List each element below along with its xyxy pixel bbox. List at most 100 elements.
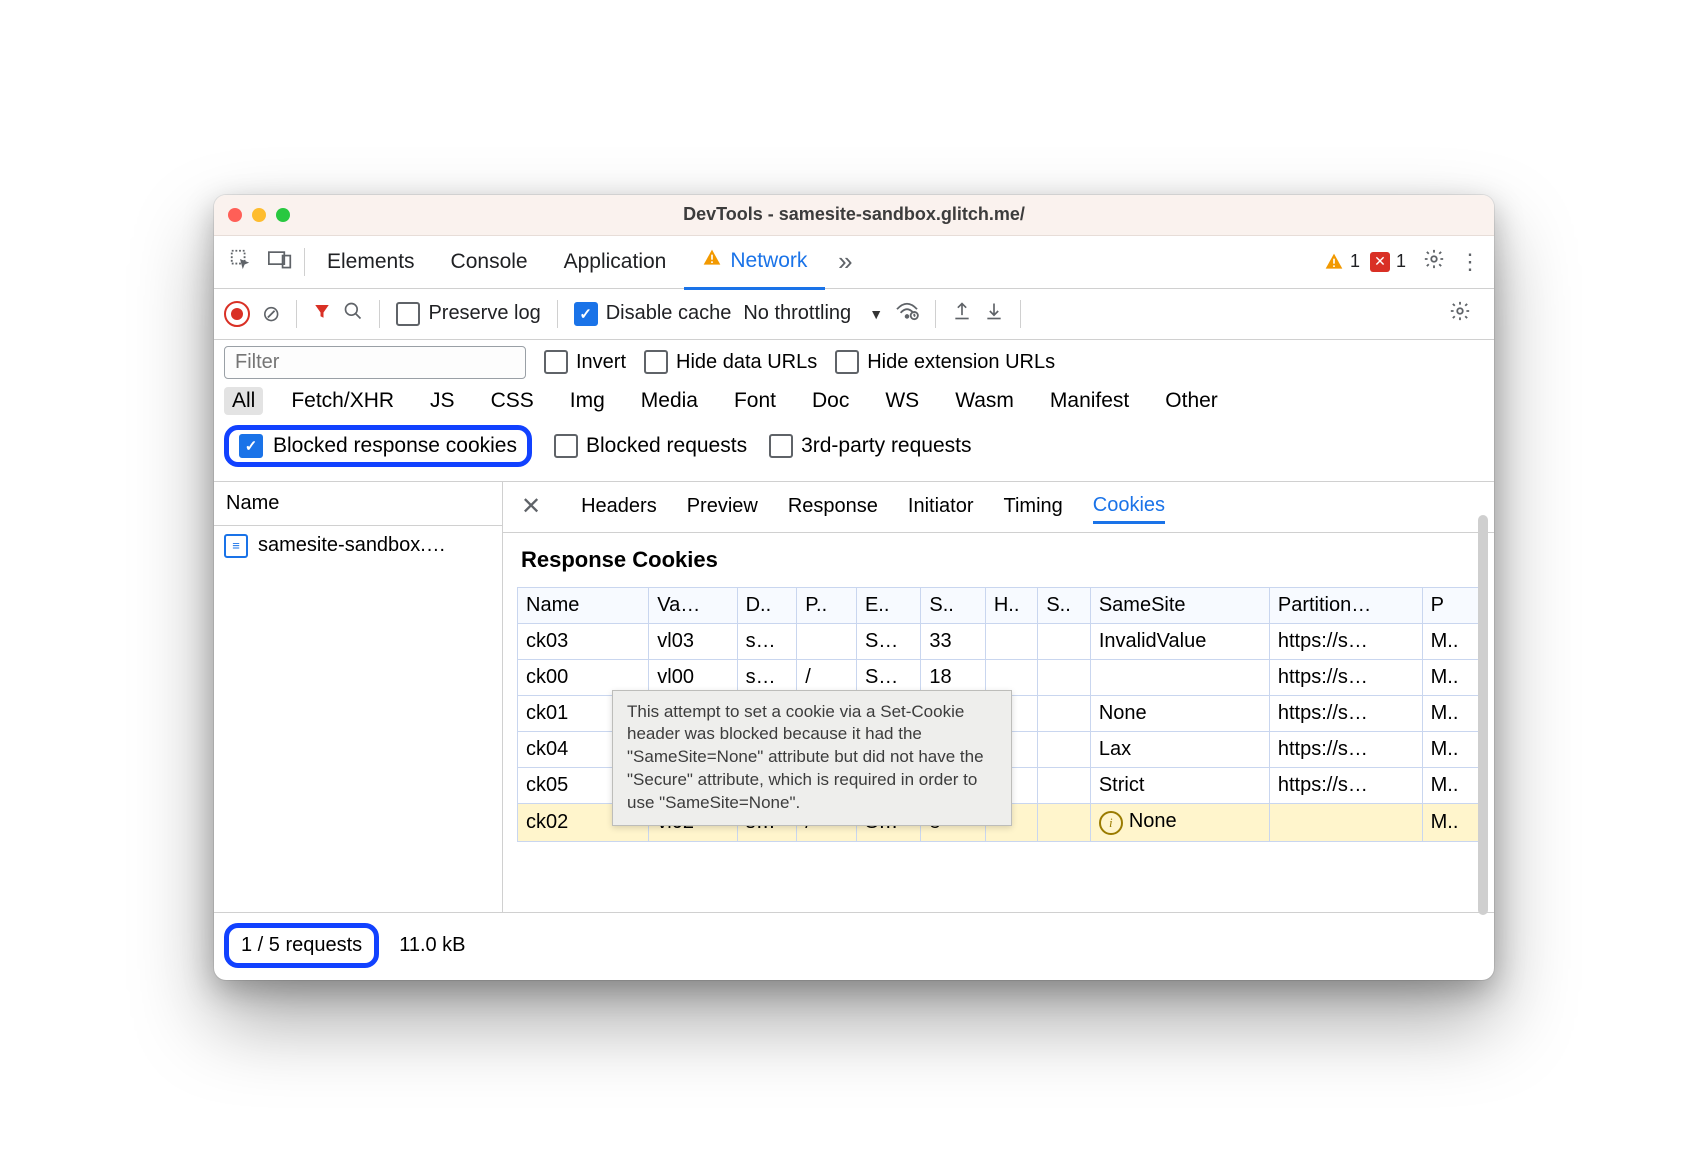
type-filter-manifest[interactable]: Manifest — [1042, 387, 1137, 415]
export-har-icon[interactable] — [952, 300, 972, 328]
tab-response[interactable]: Response — [788, 491, 878, 522]
blocked-response-cookies-checkbox[interactable]: Blocked response cookies — [224, 425, 532, 467]
cookie-column-header[interactable]: Name — [518, 587, 649, 623]
type-filter-css[interactable]: CSS — [483, 387, 542, 415]
errors-badge[interactable]: ✕ 1 — [1370, 251, 1406, 272]
type-filter-js[interactable]: JS — [422, 387, 463, 415]
request-name: samesite-sandbox.… — [258, 534, 446, 557]
type-filter-ws[interactable]: WS — [877, 387, 927, 415]
type-filter-font[interactable]: Font — [726, 387, 784, 415]
tab-timing[interactable]: Timing — [1004, 491, 1063, 522]
request-list-header: Name — [214, 482, 502, 526]
divider — [379, 300, 380, 328]
settings-icon[interactable] — [1416, 248, 1452, 276]
tab-preview[interactable]: Preview — [687, 491, 758, 522]
cookie-cell: Strict — [1090, 767, 1269, 803]
type-filter-all[interactable]: All — [224, 387, 263, 415]
cookie-column-header[interactable]: S.. — [1038, 587, 1091, 623]
throttling-select[interactable]: No throttling ▼ — [743, 302, 883, 325]
type-filter-other[interactable]: Other — [1157, 387, 1226, 415]
cookie-cell: M.. — [1422, 803, 1479, 841]
cookie-column-header[interactable]: SameSite — [1090, 587, 1269, 623]
cookie-cell: iNone — [1090, 803, 1269, 841]
type-filter-img[interactable]: Img — [562, 387, 613, 415]
filter-toggle-icon[interactable] — [313, 302, 331, 326]
cookie-row[interactable]: ck03vl03s…S…33InvalidValuehttps://s…M.. — [518, 623, 1480, 659]
third-party-requests-checkbox[interactable]: 3rd-party requests — [769, 434, 971, 458]
cookie-column-header[interactable]: P — [1422, 587, 1479, 623]
warnings-badge[interactable]: 1 — [1324, 251, 1360, 272]
kebab-menu-icon[interactable]: ⋮ — [1452, 249, 1488, 275]
divider — [1020, 300, 1021, 328]
cookie-cell: 33 — [921, 623, 985, 659]
cookie-column-header[interactable]: Partition… — [1269, 587, 1422, 623]
close-detail-icon[interactable]: ✕ — [521, 492, 541, 521]
more-tabs-icon[interactable]: » — [825, 246, 865, 277]
cookie-cell — [797, 623, 857, 659]
tab-headers[interactable]: Headers — [581, 491, 657, 522]
request-row[interactable]: ≡ samesite-sandbox.… — [214, 526, 502, 566]
tab-console[interactable]: Console — [433, 236, 546, 288]
info-icon: i — [1099, 811, 1123, 835]
cookie-cell — [1038, 695, 1091, 731]
cookie-cell — [1038, 767, 1091, 803]
document-icon: ≡ — [224, 534, 248, 558]
inspect-icon[interactable] — [220, 248, 260, 276]
type-filter-doc[interactable]: Doc — [804, 387, 857, 415]
cookie-cell — [1038, 731, 1091, 767]
network-settings-icon[interactable] — [1442, 300, 1478, 328]
tab-network[interactable]: Network — [684, 235, 825, 290]
filter-row: Invert Hide data URLs Hide extension URL… — [214, 340, 1494, 385]
tab-elements[interactable]: Elements — [309, 236, 433, 288]
cookie-cell: s… — [737, 623, 797, 659]
cookie-cell: M.. — [1422, 731, 1479, 767]
cookie-cell: None — [1090, 695, 1269, 731]
cookie-cell: Lax — [1090, 731, 1269, 767]
cookie-column-header[interactable]: S.. — [921, 587, 985, 623]
scrollbar[interactable] — [1478, 515, 1488, 915]
cookie-cell: https://s… — [1269, 623, 1422, 659]
type-filter-wasm[interactable]: Wasm — [947, 387, 1022, 415]
warning-icon — [702, 248, 722, 274]
blocked-requests-checkbox[interactable]: Blocked requests — [554, 434, 747, 458]
main-split: Name ≡ samesite-sandbox.… ✕ Headers Prev… — [214, 481, 1494, 912]
cookie-cell: M.. — [1422, 695, 1479, 731]
request-list-pane: Name ≡ samesite-sandbox.… — [214, 482, 503, 912]
invert-checkbox[interactable]: Invert — [544, 350, 626, 374]
cookie-column-header[interactable]: Va… — [649, 587, 737, 623]
divider — [304, 248, 305, 276]
type-filter-fetchxhr[interactable]: Fetch/XHR — [283, 387, 402, 415]
device-toggle-icon[interactable] — [260, 249, 300, 275]
hide-extension-urls-checkbox[interactable]: Hide extension URLs — [835, 350, 1055, 374]
cookie-column-header[interactable]: H.. — [985, 587, 1038, 623]
hide-data-urls-checkbox[interactable]: Hide data URLs — [644, 350, 817, 374]
divider — [296, 300, 297, 328]
divider — [935, 300, 936, 328]
cookie-cell: https://s… — [1269, 659, 1422, 695]
request-count: 1 / 5 requests — [224, 923, 379, 968]
window-title: DevTools - samesite-sandbox.glitch.me/ — [214, 204, 1494, 225]
tab-application[interactable]: Application — [546, 236, 685, 288]
search-icon[interactable] — [343, 301, 363, 327]
cookie-cell — [1038, 659, 1091, 695]
import-har-icon[interactable] — [984, 300, 1004, 328]
tab-initiator[interactable]: Initiator — [908, 491, 974, 522]
type-filter-media[interactable]: Media — [633, 387, 706, 415]
preserve-log-checkbox[interactable]: Preserve log — [396, 302, 540, 326]
cookie-cell — [1038, 623, 1091, 659]
record-button[interactable] — [224, 301, 250, 327]
panel-tab-bar: Elements Console Application Network » 1… — [214, 236, 1494, 289]
cookie-column-header[interactable]: P.. — [797, 587, 857, 623]
cookie-cell: S… — [856, 623, 920, 659]
filter-input[interactable] — [224, 346, 526, 379]
clear-button[interactable]: ⊘ — [262, 301, 280, 327]
transfer-size: 11.0 kB — [399, 934, 465, 957]
response-cookies-heading: Response Cookies — [503, 533, 1494, 587]
tab-cookies[interactable]: Cookies — [1093, 490, 1165, 524]
cookie-cell: InvalidValue — [1090, 623, 1269, 659]
disable-cache-checkbox[interactable]: Disable cache — [574, 302, 732, 326]
cookie-column-header[interactable]: D.. — [737, 587, 797, 623]
cookie-cell — [1038, 803, 1091, 841]
cookie-column-header[interactable]: E.. — [856, 587, 920, 623]
network-conditions-icon[interactable] — [895, 301, 919, 327]
